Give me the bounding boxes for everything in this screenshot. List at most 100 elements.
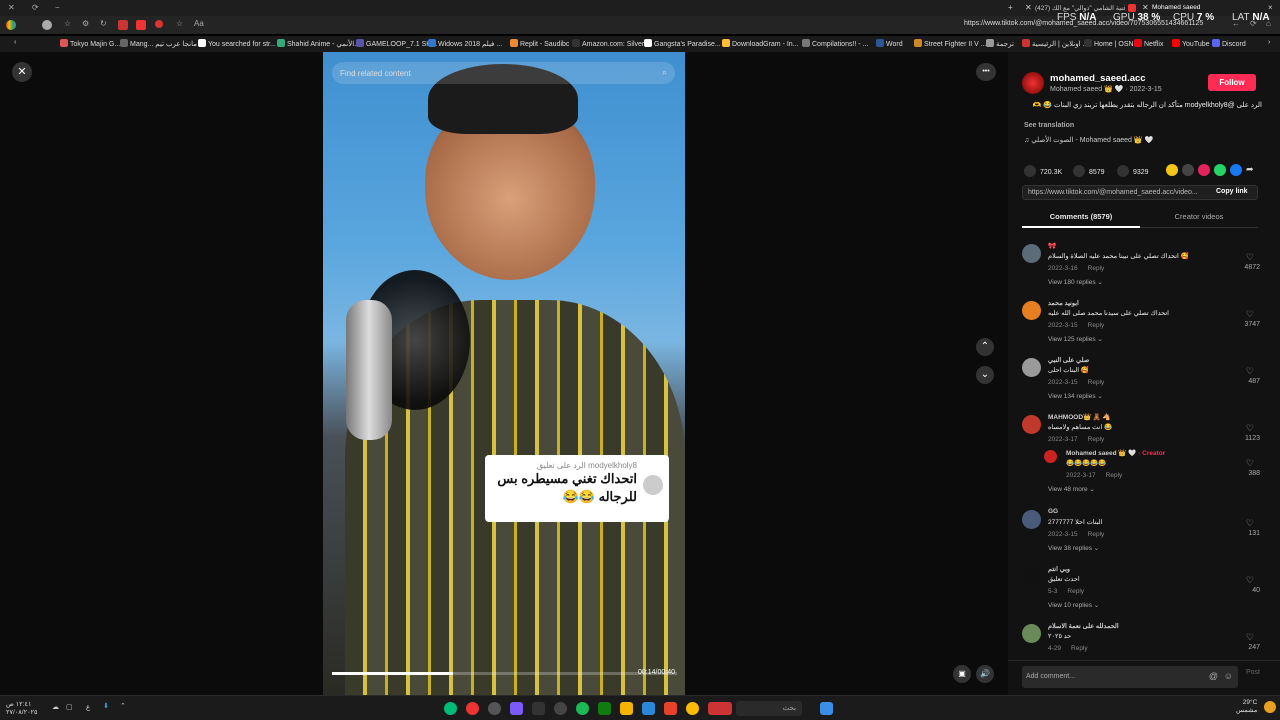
tab-close-icon[interactable]: ✕ xyxy=(1025,3,1032,12)
bookmark-item[interactable]: Discord xyxy=(1212,39,1246,48)
search-icon[interactable]: ⌕ xyxy=(662,67,667,78)
tab-creator-videos[interactable]: Creator videos xyxy=(1140,210,1258,228)
taskbar-folder-icon[interactable] xyxy=(620,702,633,715)
taskbar-xbox-icon[interactable] xyxy=(598,702,611,715)
comment-avatar[interactable] xyxy=(1022,624,1041,643)
creator-avatar[interactable] xyxy=(1044,450,1057,463)
taskbar-tray-icon[interactable]: ⌃ xyxy=(120,702,126,710)
whatsapp-icon[interactable] xyxy=(1214,164,1226,176)
bookmark-item[interactable]: YouTube xyxy=(1172,39,1210,48)
reader-icon[interactable]: Aa xyxy=(194,19,204,28)
comment-heart-icon[interactable]: ♡ xyxy=(1246,423,1254,434)
reply-button[interactable]: Reply xyxy=(1088,379,1105,386)
follow-button[interactable]: Follow xyxy=(1208,74,1256,91)
embed-icon[interactable] xyxy=(1182,164,1194,176)
repost-icon[interactable] xyxy=(1198,164,1210,176)
comment-user[interactable]: 🎀 xyxy=(1048,242,1056,250)
emoji-icon[interactable]: ☺ xyxy=(1224,671,1233,681)
bookmark-item[interactable]: Widows 2018 فيلم ... xyxy=(428,39,502,48)
abp-icon[interactable] xyxy=(136,20,146,30)
bookmark-item[interactable]: Home | OSN xyxy=(1084,39,1134,48)
comment-user[interactable]: MAHMOOD👑 🧸 🐴 xyxy=(1048,413,1111,421)
tab-tiktok[interactable]: Mohamed saeed xyxy=(1152,4,1200,11)
comment-avatar[interactable] xyxy=(1022,567,1041,586)
comment-user[interactable]: وبي انتم xyxy=(1048,565,1070,573)
view-replies-button[interactable]: View 180 replies ⌄ xyxy=(1048,278,1103,286)
reload-icon[interactable]: ↻ xyxy=(100,19,107,28)
find-related-search[interactable]: Find related content ⌕ xyxy=(332,62,675,84)
taskbar-edge-icon[interactable] xyxy=(444,702,457,715)
bookmark-item[interactable]: Replit - Saudibc xyxy=(510,39,569,48)
mention-icon[interactable]: @ xyxy=(1209,671,1218,681)
taskbar-mic-icon[interactable]: ⬇ xyxy=(103,702,109,710)
adblock-icon[interactable] xyxy=(118,20,128,30)
refresh-icon[interactable]: ⟳ xyxy=(32,3,39,12)
bookmark-item[interactable]: Shahid Anime - الأنمي... xyxy=(277,39,360,48)
comment-user[interactable]: ابونيد محمد xyxy=(1048,299,1079,307)
start-icon[interactable] xyxy=(820,702,833,715)
comment-avatar[interactable] xyxy=(1022,510,1041,529)
taskbar-chrome-icon[interactable] xyxy=(686,702,699,715)
bookmarks-more-icon[interactable]: › xyxy=(1268,39,1270,46)
bookmark-item[interactable]: GAMELOOP_7.1 SH... xyxy=(356,39,437,48)
reply-button[interactable]: Reply xyxy=(1088,531,1105,538)
coin-share-icon[interactable] xyxy=(1166,164,1178,176)
comment-heart-icon[interactable]: ♡ xyxy=(1246,632,1254,643)
star-icon[interactable]: ☆ xyxy=(64,19,71,28)
comment-stat[interactable]: 8579 xyxy=(1073,165,1105,177)
pip-icon[interactable]: ▣ xyxy=(953,665,971,683)
comment-avatar[interactable] xyxy=(1022,244,1041,263)
view-replies-button[interactable]: View 134 replies ⌄ xyxy=(1048,392,1103,400)
taskbar-record-icon[interactable] xyxy=(466,702,479,715)
bookmark-item[interactable]: Street Fighter II V ... xyxy=(914,39,987,48)
taskbar-clock[interactable]: ١٢:٤١ ص ٢٧/٠٨/٢٠٢٥ xyxy=(6,701,38,717)
bookmarks-back-icon[interactable]: ‹ xyxy=(14,39,16,46)
creator-reply-user[interactable]: Mohamed saeed 👑 🤍 · Creator xyxy=(1066,449,1165,457)
view-replies-button[interactable]: View 38 replies ⌄ xyxy=(1048,544,1099,552)
taskbar-screen-icon[interactable]: ▢ xyxy=(66,703,73,711)
reply-button[interactable]: Reply xyxy=(1088,436,1105,443)
author-username[interactable]: mohamed_saeed.acc xyxy=(1050,73,1146,84)
comment-heart-icon[interactable]: ♡ xyxy=(1246,252,1254,263)
view-replies-button[interactable]: View 125 replies ⌄ xyxy=(1048,335,1103,343)
comment-user[interactable]: الحمدلله على نعمة الاسلام xyxy=(1048,622,1119,630)
weather-widget[interactable]: 29°C مشمس xyxy=(1236,699,1257,715)
post-button[interactable]: Post xyxy=(1246,669,1260,676)
close-icon[interactable]: ✕ xyxy=(8,3,15,12)
facebook-icon[interactable] xyxy=(1230,164,1242,176)
comment-avatar[interactable] xyxy=(1022,358,1041,377)
see-translation-link[interactable]: See translation xyxy=(1024,122,1074,129)
bookmark-item[interactable]: Tokyo Majin G... xyxy=(60,39,120,48)
comment-user[interactable]: صلي على النبي xyxy=(1048,356,1089,364)
bookmark-item[interactable]: Compilations!! - ... xyxy=(802,39,868,48)
taskbar-app-icon[interactable] xyxy=(642,702,655,715)
reply-button[interactable]: Reply xyxy=(1088,322,1105,329)
comment-user[interactable]: GG xyxy=(1048,508,1058,515)
author-avatar[interactable] xyxy=(1022,72,1044,94)
copy-link-button[interactable]: Copy link xyxy=(1216,188,1248,195)
minimize-icon[interactable]: − xyxy=(55,3,60,12)
comment-heart-icon[interactable]: ♡ xyxy=(1246,366,1254,377)
view-more-replies-button[interactable]: View 48 more ⌄ xyxy=(1048,485,1095,493)
video-progress-bar[interactable] xyxy=(332,672,677,675)
reply-button[interactable]: Reply xyxy=(1088,265,1105,272)
taskbar-app-icon[interactable] xyxy=(488,702,501,715)
comment-heart-icon[interactable]: ♡ xyxy=(1246,518,1254,529)
taskbar-app-icon[interactable] xyxy=(554,702,567,715)
taskbar-app-icon[interactable] xyxy=(510,702,523,715)
extension-icon[interactable]: ⚙ xyxy=(82,19,89,28)
window-close-icon[interactable]: × xyxy=(1268,3,1273,12)
taskbar-lang-icon[interactable]: ع xyxy=(86,703,90,711)
previous-video-button[interactable]: ⌃ xyxy=(976,338,994,356)
tab-close-icon[interactable]: ✕ xyxy=(1142,3,1149,12)
comment-heart-icon[interactable]: ♡ xyxy=(1246,575,1254,586)
taskbar-brave-icon[interactable] xyxy=(664,702,677,715)
bookmark-item[interactable]: Netflix xyxy=(1134,39,1163,48)
reply-button[interactable]: Reply xyxy=(1067,588,1084,595)
profile-avatar[interactable] xyxy=(42,20,52,30)
taskbar-active-app[interactable] xyxy=(708,702,732,715)
comment-heart-icon[interactable]: ♡ xyxy=(1246,309,1254,320)
close-video-button[interactable]: ✕ xyxy=(12,62,32,82)
comment-avatar[interactable] xyxy=(1022,301,1041,320)
taskbar-spotify-icon[interactable] xyxy=(576,702,589,715)
